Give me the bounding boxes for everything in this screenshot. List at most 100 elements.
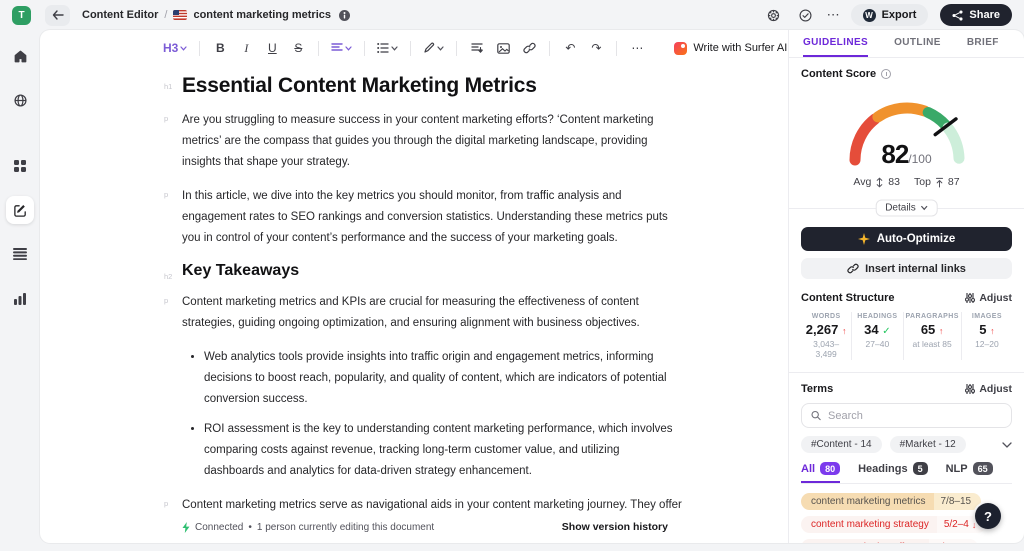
term-filter-tabs: All 80 Headings 5 NLP 65	[801, 462, 1012, 484]
insert-internal-links-label: Insert internal links	[865, 262, 966, 275]
italic-button[interactable]: I	[235, 36, 257, 60]
term-chip[interactable]: content marketing strategy 5/2–4 ↓	[801, 516, 987, 533]
sidebar-item-domains[interactable]	[6, 86, 34, 114]
globe-icon	[13, 93, 27, 107]
strikethrough-button[interactable]: S	[287, 36, 309, 60]
paragraph-block: p Content marketing metrics serve as nav…	[164, 495, 688, 517]
term-tab-nlp[interactable]: NLP 65	[946, 462, 993, 483]
bullet-list-icon	[377, 43, 389, 53]
expand-chevron-icon[interactable]	[1002, 441, 1012, 448]
sidebar-item-analytics[interactable]	[6, 284, 34, 312]
bold-button[interactable]: B	[209, 36, 231, 60]
list-item: Web analytics tools provide insights int…	[204, 347, 682, 410]
toolbar-divider	[456, 40, 458, 56]
details-button[interactable]: Details	[875, 199, 938, 217]
sidebar-item-documents[interactable]	[6, 240, 34, 268]
tab-brief[interactable]: BRIEF	[967, 30, 999, 57]
info-icon[interactable]	[339, 9, 350, 21]
breadcrumb-section[interactable]: Content Editor	[82, 9, 158, 21]
sidebar-item-editor[interactable]	[6, 196, 34, 224]
paragraph-block: p Content marketing metrics and KPIs are…	[164, 292, 688, 334]
export-button[interactable]: W Export	[850, 4, 929, 26]
chevron-down-icon	[437, 45, 444, 51]
stat-paragraphs: PARAGRAPHS 65 ↑ at least 85	[902, 312, 961, 360]
document-canvas[interactable]: h1 Essential Content Marketing Metrics p…	[40, 66, 788, 517]
arrow-up-icon: ↑	[938, 326, 944, 336]
indent-icon	[471, 42, 484, 53]
topic-chip-market[interactable]: #Market - 12	[889, 436, 966, 453]
top-label: Top	[913, 176, 931, 188]
heading-select[interactable]: H3	[160, 36, 190, 60]
undo-button[interactable]: ↶	[559, 36, 581, 60]
terms-adjust-button[interactable]: Adjust	[965, 383, 1012, 395]
grid-icon	[14, 160, 26, 172]
insert-link-button[interactable]	[518, 36, 540, 60]
terms-search-input[interactable]	[828, 409, 1002, 422]
auto-optimize-button[interactable]: Auto-Optimize	[801, 227, 1012, 251]
workspace-logo[interactable]: T	[12, 5, 31, 25]
term-chip[interactable]: content marketing efforts 7/3–4↓	[801, 539, 979, 543]
list-select[interactable]	[374, 36, 401, 60]
back-button[interactable]	[45, 4, 70, 26]
content-score-gauge: 82/100	[801, 82, 1012, 169]
align-select[interactable]	[328, 36, 355, 60]
score-number: 82	[881, 139, 909, 169]
show-version-history-link[interactable]: Show version history	[562, 521, 668, 533]
term-tab-label: All	[801, 462, 816, 475]
bold-label: B	[216, 41, 225, 55]
share-label: Share	[969, 9, 1000, 21]
tab-outline[interactable]: OUTLINE	[894, 30, 941, 57]
editing-status: 1 person currently editing this document	[256, 521, 435, 533]
chevron-down-icon	[345, 45, 352, 51]
content-structure-title: Content Structure	[801, 292, 895, 304]
toolbar-divider	[549, 40, 551, 56]
indent-button[interactable]	[466, 36, 488, 60]
editor-toolbar: H3 B I U S ↶ ↷ ⋯ Write with Surfer AI	[40, 30, 788, 66]
avg-score: Avg 83	[853, 176, 900, 188]
sidebar-item-home[interactable]	[6, 42, 34, 70]
document-h2: Key Takeaways	[182, 262, 300, 279]
details-label: Details	[885, 202, 916, 214]
content-structure-adjust-button[interactable]: Adjust	[965, 292, 1012, 304]
share-button[interactable]: Share	[940, 4, 1012, 26]
block-marker: p	[164, 296, 169, 305]
more-options-icon[interactable]: ⋯	[827, 7, 841, 23]
stat-words: WORDS 2,267 ↑ 3,043–3,499	[801, 312, 851, 360]
term-label: content marketing strategy	[801, 516, 937, 533]
panel-body: Content Score 82/100 Avg 83 Top 87 Detai…	[789, 58, 1024, 543]
left-sidebar	[0, 30, 40, 551]
more-icon: ⋯	[631, 41, 644, 55]
avg-value: 83	[888, 176, 900, 188]
avg-range-icon	[876, 177, 883, 187]
content-score-header: Content Score	[801, 68, 1012, 80]
footer-separator: •	[248, 521, 252, 533]
document-title[interactable]: content marketing metrics	[193, 9, 331, 21]
redo-icon: ↷	[591, 41, 602, 55]
sidebar-item-apps[interactable]	[6, 152, 34, 180]
check-circle-icon[interactable]	[795, 4, 817, 26]
info-circle-icon[interactable]	[881, 69, 892, 79]
term-tab-all[interactable]: All 80	[801, 462, 841, 483]
stat-label: WORDS	[811, 313, 841, 320]
topic-chip-content[interactable]: #Content - 14	[801, 436, 882, 453]
tab-guidelines[interactable]: GUIDELINES	[803, 30, 869, 57]
highlight-select[interactable]	[420, 36, 447, 60]
stat-range: at least 85	[912, 339, 952, 349]
document-h1: Essential Content Marketing Metrics	[182, 74, 537, 97]
redo-button[interactable]: ↷	[585, 36, 607, 60]
help-button[interactable]: ?	[975, 503, 1001, 529]
terms-header: Terms Adjust	[801, 383, 1012, 395]
insert-internal-links-button[interactable]: Insert internal links	[801, 258, 1012, 279]
underline-button[interactable]: U	[261, 36, 283, 60]
paragraph: Content marketing metrics serve as navig…	[182, 499, 682, 511]
paragraph-block: p Are you struggling to measure success …	[164, 110, 688, 173]
insert-image-button[interactable]	[492, 36, 514, 60]
term-chip[interactable]: content marketing metrics 7/8–15	[801, 493, 982, 510]
write-with-surfer-ai-button[interactable]: Write with Surfer AI	[674, 41, 787, 55]
italic-label: I	[244, 40, 249, 55]
toolbar-more-button[interactable]: ⋯	[626, 36, 648, 60]
settings-gear-icon[interactable]	[763, 4, 785, 26]
arrow-up-icon: ↑	[841, 326, 847, 336]
term-tab-headings[interactable]: Headings 5	[858, 462, 928, 483]
term-count: 7/3–4	[936, 542, 961, 543]
